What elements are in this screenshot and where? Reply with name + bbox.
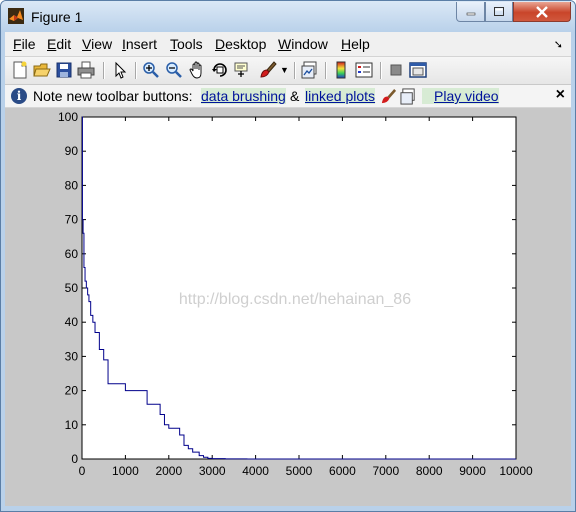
figure-toolbar: ▼ — [5, 56, 571, 85]
y-tick-label: 50 — [65, 281, 79, 295]
toolbar-separator — [294, 62, 296, 79]
menu-help[interactable]: Help — [341, 36, 370, 52]
menu-view[interactable]: View — [82, 36, 112, 52]
plot-area — [81, 116, 517, 460]
rotate-3d-icon[interactable] — [211, 61, 229, 79]
x-tick-label: 6000 — [329, 464, 356, 478]
x-tick-label: 4000 — [242, 464, 269, 478]
menu-insert[interactable]: Insert — [122, 36, 157, 52]
edit-plot-arrow-icon[interactable] — [111, 61, 129, 79]
insert-colorbar-icon[interactable] — [332, 61, 350, 79]
figure-window: Figure 1 File Edit View Insert Tools Des… — [0, 0, 576, 512]
dock-arrow-icon[interactable]: ➘ — [554, 38, 563, 51]
menu-bar: File Edit View Insert Tools Desktop Wind… — [5, 32, 571, 56]
x-tick-label: 9000 — [459, 464, 486, 478]
menu-window[interactable]: Window — [278, 36, 328, 52]
y-tick-label: 80 — [65, 178, 79, 192]
new-figure-icon[interactable] — [11, 61, 29, 79]
y-tick-label: 10 — [65, 418, 79, 432]
brush-dropdown-icon[interactable]: ▼ — [280, 65, 289, 75]
play-video-link[interactable]: Play video — [422, 88, 499, 104]
link-plot-icon — [400, 88, 415, 105]
info-bar: i Note new toolbar buttons: data brushin… — [5, 85, 571, 108]
x-tick-label: 1000 — [112, 464, 139, 478]
x-tick-label: 0 — [79, 464, 86, 478]
x-tick-label: 3000 — [199, 464, 226, 478]
maximize-button[interactable] — [485, 2, 513, 22]
brush-icon — [381, 88, 397, 104]
zoom-in-icon[interactable] — [142, 61, 160, 79]
title-bar[interactable]: Figure 1 — [1, 1, 575, 32]
figure-client: File Edit View Insert Tools Desktop Wind… — [5, 32, 571, 506]
maximize-icon — [494, 7, 504, 16]
zoom-out-icon[interactable] — [165, 61, 183, 79]
toolbar-separator — [380, 62, 382, 79]
axes-chart[interactable]: 0 1000 2000 3000 4000 5000 6000 7000 8000 9000 100… — [5, 108, 571, 506]
linked-plots-link[interactable]: linked plots — [305, 88, 376, 104]
x-tick-label: 8000 — [416, 464, 443, 478]
show-plot-tools-icon[interactable] — [409, 61, 427, 79]
close-icon — [536, 5, 548, 18]
data-brushing-link[interactable]: data brushing — [201, 88, 286, 104]
print-figure-icon[interactable] — [77, 61, 95, 79]
x-tick-label: 2000 — [155, 464, 182, 478]
y-tick-label: 70 — [65, 213, 79, 227]
close-window-button[interactable] — [513, 2, 571, 22]
insert-legend-icon[interactable] — [355, 61, 373, 79]
info-note-text: Note new toolbar buttons: — [33, 88, 193, 104]
y-tick-label: 20 — [65, 384, 79, 398]
x-tick-label: 7000 — [372, 464, 399, 478]
window-title: Figure 1 — [31, 9, 83, 25]
toolbar-separator — [103, 62, 105, 79]
open-file-icon[interactable] — [33, 61, 51, 79]
y-tick-label: 0 — [71, 452, 78, 466]
brush-icon[interactable] — [259, 61, 277, 79]
matlab-logo-icon — [8, 8, 24, 24]
watermark-text: http://blog.csdn.net/hehainan_86 — [179, 291, 411, 308]
y-tick-label: 100 — [58, 110, 78, 124]
x-tick-label: 10000 — [499, 464, 533, 478]
minimize-icon — [466, 12, 475, 15]
info-icon: i — [11, 88, 27, 104]
y-tick-label: 30 — [65, 349, 79, 363]
menu-file[interactable]: File — [13, 36, 36, 52]
menu-tools[interactable]: Tools — [170, 36, 203, 52]
figure-canvas: 0 1000 2000 3000 4000 5000 6000 7000 8000 9000 100… — [5, 108, 571, 506]
menu-edit[interactable]: Edit — [47, 36, 71, 52]
close-info-bar-button[interactable]: × — [556, 86, 565, 104]
toolbar-separator — [135, 62, 137, 79]
y-tick-label: 60 — [65, 247, 79, 261]
x-tick-label: 5000 — [286, 464, 313, 478]
menu-desktop[interactable]: Desktop — [215, 36, 266, 52]
minimize-button[interactable] — [456, 2, 485, 22]
data-cursor-icon[interactable] — [234, 61, 252, 79]
ampersand-text: & — [290, 88, 300, 104]
link-plot-icon[interactable] — [301, 61, 319, 79]
pan-hand-icon[interactable] — [188, 61, 206, 79]
toolbar-separator — [325, 62, 327, 79]
y-tick-label: 40 — [65, 315, 79, 329]
save-figure-icon[interactable] — [55, 61, 73, 79]
hide-plot-tools-icon[interactable] — [387, 61, 405, 79]
y-tick-label: 90 — [65, 144, 79, 158]
